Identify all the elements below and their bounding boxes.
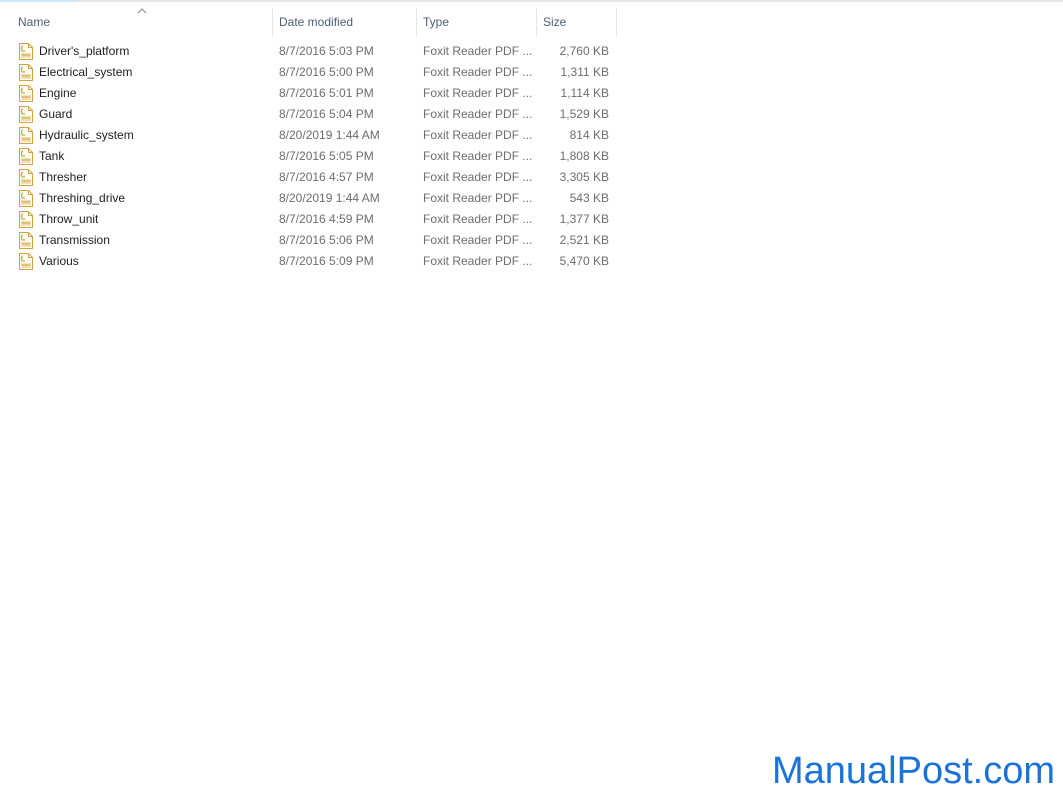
file-row[interactable]: Throw_unit 8/7/2016 4:59 PM Foxit Reader P… [0, 209, 620, 230]
file-type: Foxit Reader PDF ... [423, 233, 533, 247]
file-date-modified: 8/7/2016 5:06 PM [279, 233, 374, 247]
file-name: Tank [39, 149, 65, 163]
file-row[interactable]: Thresher 8/7/2016 4:57 PM Foxit Reader PDF… [0, 167, 620, 188]
column-header-size-label: Size [543, 15, 567, 29]
chevron-up-icon [137, 8, 147, 14]
file-size: 1,377 KB [559, 212, 609, 226]
pdf-file-icon [19, 127, 33, 144]
file-type: Foxit Reader PDF ... [423, 170, 533, 184]
file-date-modified: 8/20/2019 1:44 AM [279, 191, 380, 205]
file-name: Electrical_system [39, 65, 133, 79]
file-row[interactable]: Threshing_drive 8/20/2019 1:44 AM Foxit Re… [0, 188, 620, 209]
file-row[interactable]: Tank 8/7/2016 5:05 PM Foxit Reader PDF ...… [0, 146, 620, 167]
file-row[interactable]: Driver's_platform 8/7/2016 5:03 PM Foxit R… [0, 41, 620, 62]
file-date-modified: 8/7/2016 5:03 PM [279, 44, 374, 58]
pdf-file-icon [19, 169, 33, 186]
pdf-file-icon [19, 64, 33, 81]
file-date-modified: 8/7/2016 4:59 PM [279, 212, 374, 226]
file-size: 814 KB [569, 128, 609, 142]
top-border-accent [0, 0, 76, 2]
file-row[interactable]: Hydraulic_system 8/20/2019 1:44 AM Foxit R… [0, 125, 620, 146]
column-header-row: Name Date modified Type Size [0, 8, 620, 36]
column-header-date-label: Date modified [279, 15, 354, 29]
file-size: 1,808 KB [559, 149, 609, 163]
file-date-modified: 8/7/2016 4:57 PM [279, 170, 374, 184]
file-row[interactable]: Various 8/7/2016 5:09 PM Foxit Reader PDF … [0, 251, 620, 272]
file-size: 2,760 KB [559, 44, 609, 58]
watermark-text: ManualPost.com [771, 750, 1055, 792]
column-header-size[interactable]: Size [537, 8, 616, 36]
file-type: Foxit Reader PDF ... [423, 107, 533, 121]
column-header-name-label: Name [18, 15, 51, 29]
file-row[interactable]: Transmission 8/7/2016 5:06 PM Foxit Reader… [0, 230, 620, 251]
file-row[interactable]: Engine 8/7/2016 5:01 PM Foxit Reader PDF .… [0, 83, 620, 104]
pdf-file-icon [19, 85, 33, 102]
file-list: Driver's_platform 8/7/2016 5:03 PM Foxit R… [0, 41, 620, 272]
pdf-file-icon [19, 106, 33, 123]
file-name: Threshing_drive [39, 191, 126, 205]
file-size: 1,529 KB [559, 107, 609, 121]
file-size: 1,311 KB [560, 65, 609, 79]
file-size: 2,521 KB [559, 233, 609, 247]
pdf-file-icon [19, 232, 33, 249]
file-type: Foxit Reader PDF ... [423, 128, 533, 142]
column-header-date-modified[interactable]: Date modified [273, 8, 416, 36]
file-size: 5,470 KB [559, 254, 609, 268]
file-name: Throw_unit [39, 212, 99, 226]
file-date-modified: 8/7/2016 5:09 PM [279, 254, 374, 268]
file-size: 3,305 KB [559, 170, 609, 184]
file-type: Foxit Reader PDF ... [423, 86, 533, 100]
pdf-file-icon [19, 211, 33, 228]
column-separator[interactable] [616, 8, 617, 36]
file-explorer-window: Name Date modified Type Size Driver's_pl… [0, 0, 1063, 797]
file-name: Engine [39, 86, 77, 100]
file-type: Foxit Reader PDF ... [423, 191, 533, 205]
pdf-file-icon [19, 148, 33, 165]
file-date-modified: 8/7/2016 5:05 PM [279, 149, 374, 163]
file-type: Foxit Reader PDF ... [423, 149, 533, 163]
file-row[interactable]: Guard 8/7/2016 5:04 PM Foxit Reader PDF ..… [0, 104, 620, 125]
file-type: Foxit Reader PDF ... [423, 44, 533, 58]
file-date-modified: 8/7/2016 5:04 PM [279, 107, 374, 121]
file-type: Foxit Reader PDF ... [423, 254, 533, 268]
pdf-file-icon [19, 253, 33, 270]
file-type: Foxit Reader PDF ... [423, 212, 533, 226]
column-header-type-label: Type [423, 15, 450, 29]
top-border [0, 0, 1063, 2]
file-row[interactable]: Electrical_system 8/7/2016 5:00 PM Foxit R… [0, 62, 620, 83]
file-date-modified: 8/20/2019 1:44 AM [279, 128, 380, 142]
file-name: Guard [39, 107, 73, 121]
pdf-file-icon [19, 43, 33, 60]
file-name: Transmission [39, 233, 110, 247]
file-date-modified: 8/7/2016 5:01 PM [279, 86, 374, 100]
file-name: Various [39, 254, 79, 268]
file-date-modified: 8/7/2016 5:00 PM [279, 65, 374, 79]
column-header-type[interactable]: Type [417, 8, 536, 36]
file-name: Driver's_platform [39, 44, 130, 58]
file-name: Hydraulic_system [39, 128, 134, 142]
file-size: 543 KB [569, 191, 609, 205]
pdf-file-icon [19, 190, 33, 207]
file-size: 1,114 KB [560, 86, 609, 100]
file-name: Thresher [39, 170, 88, 184]
file-type: Foxit Reader PDF ... [423, 65, 533, 79]
